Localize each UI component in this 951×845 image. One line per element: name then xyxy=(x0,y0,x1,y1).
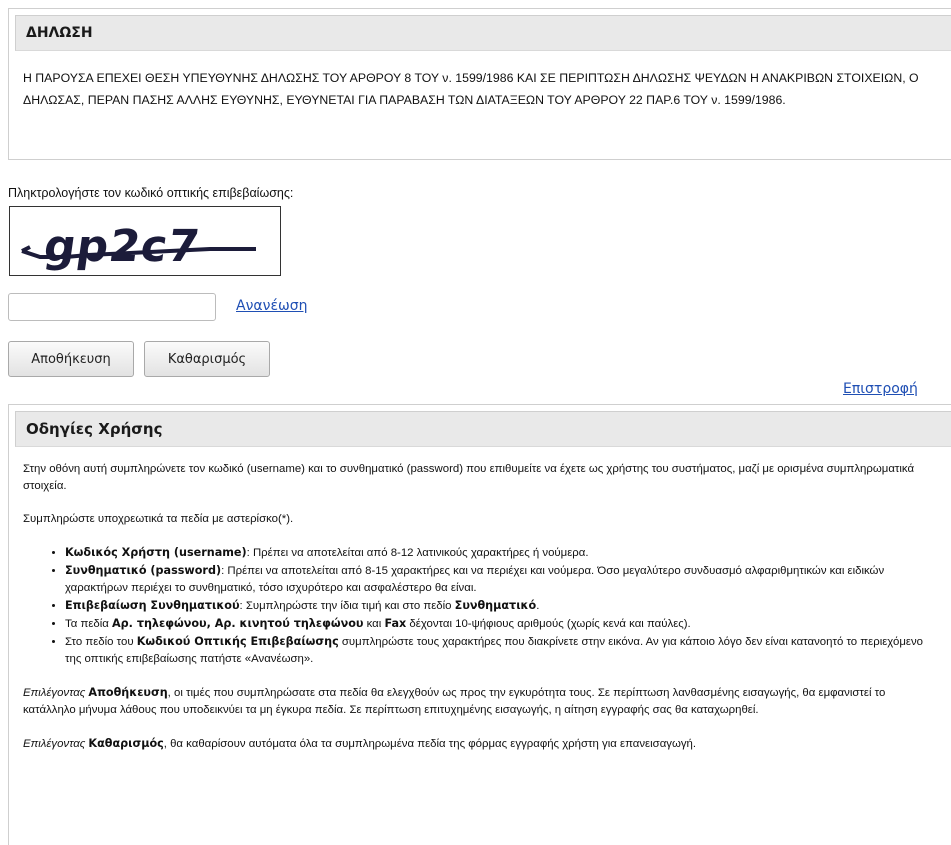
list-item: Κωδικός Χρήστη (username): Πρέπει να απο… xyxy=(65,544,933,562)
instructions-content: Στην οθόνη αυτή συμπληρώνετε τον κωδικό … xyxy=(9,447,933,753)
declaration-panel: ΔΗΛΩΣΗ Η ΠΑΡΟΥΣΑ ΕΠΕΧΕΙ ΘΕΣΗ ΥΠΕΥΘΥΝΗΣ Δ… xyxy=(8,8,951,160)
list-item: Τα πεδία Αρ. τηλεφώνου, Αρ. κινητού τηλε… xyxy=(65,615,933,633)
captcha-image: gp2c7 xyxy=(9,206,281,276)
instructions-panel: Οδηγίες Χρήσης Στην οθόνη αυτή συμπληρών… xyxy=(8,404,951,845)
instructions-clear-para: Επιλέγοντας Καθαρισμός, θα καθαρίσουν αυ… xyxy=(23,737,697,750)
captcha-text: gp2c7 xyxy=(41,221,203,272)
declaration-title: ΔΗΛΩΣΗ xyxy=(15,15,951,51)
list-item: Συνθηματικό (password): Πρέπει να αποτελ… xyxy=(65,562,933,597)
instructions-list: Κωδικός Χρήστη (username): Πρέπει να απο… xyxy=(23,544,933,668)
instructions-title: Οδηγίες Χρήσης xyxy=(15,411,951,447)
declaration-text: Η ΠΑΡΟΥΣΑ ΕΠΕΧΕΙ ΘΕΣΗ ΥΠΕΥΘΥΝΗΣ ΔΗΛΩΣΗΣ … xyxy=(23,71,919,107)
captcha-label: Πληκτρολογήστε τον κωδικό οπτικής επιβεβ… xyxy=(8,186,294,200)
list-item: Επιβεβαίωση Συνθηματικού: Συμπληρώστε τη… xyxy=(65,597,933,615)
clear-button[interactable]: Καθαρισμός xyxy=(144,341,270,377)
save-button[interactable]: Αποθήκευση xyxy=(8,341,134,377)
instructions-save-para: Επιλέγοντας Αποθήκευση, οι τιμές που συμ… xyxy=(23,686,886,716)
list-item: Στο πεδίο του Κωδικού Οπτικής Επιβεβαίωσ… xyxy=(65,633,933,668)
return-link[interactable]: Επιστροφή xyxy=(843,381,918,397)
instructions-required: Συμπληρώστε υποχρεωτικά τα πεδία με αστε… xyxy=(23,513,294,525)
captcha-input[interactable] xyxy=(8,293,216,321)
refresh-link[interactable]: Ανανέωση xyxy=(236,298,307,314)
instructions-intro: Στην οθόνη αυτή συμπληρώνετε τον κωδικό … xyxy=(23,463,915,492)
